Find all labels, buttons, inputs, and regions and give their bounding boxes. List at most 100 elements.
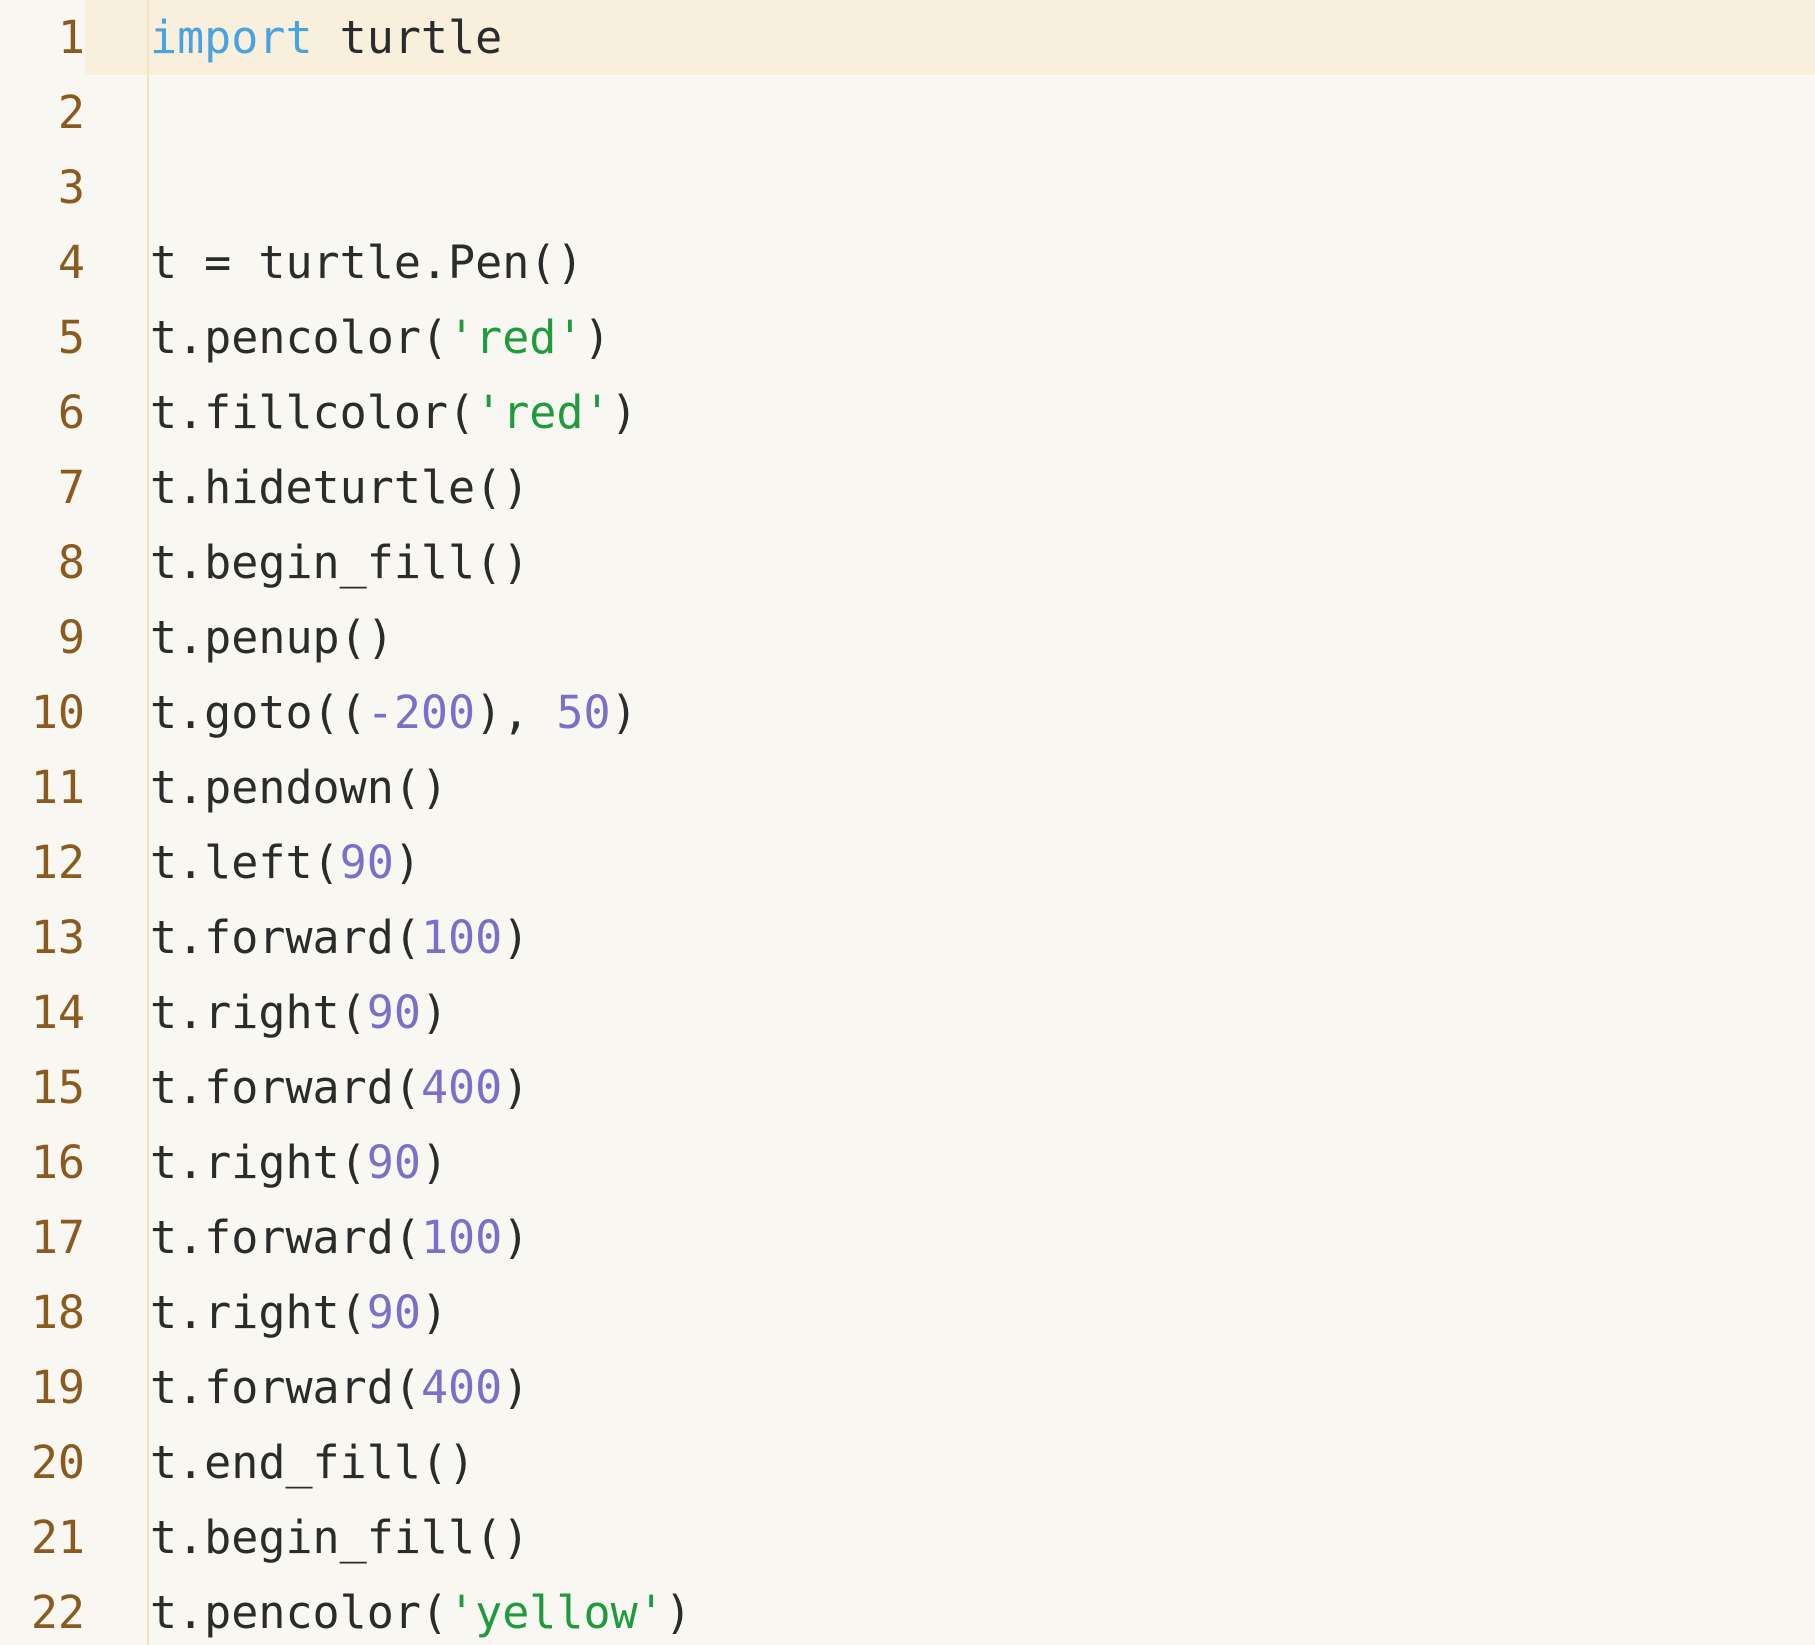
code-token: t.left( <box>150 836 340 889</box>
code-line[interactable]: 17 t.forward(100) <box>0 1200 1815 1275</box>
code-line[interactable]: 22 t.pencolor('yellow') <box>0 1575 1815 1645</box>
code-text[interactable]: t.begin_fill() <box>150 1500 529 1575</box>
line-number: 6 <box>57 386 85 439</box>
code-text[interactable]: t.left(90) <box>150 825 421 900</box>
code-line[interactable]: 18 t.right(90) <box>0 1275 1815 1350</box>
code-token: t.pencolor( <box>150 1586 449 1639</box>
code-text[interactable]: t.fillcolor('red') <box>150 375 638 450</box>
code-token: t.fillcolor( <box>150 386 476 439</box>
code-text[interactable]: t.forward(400) <box>150 1050 529 1125</box>
code-line[interactable]: 1 import turtle <box>0 0 1815 75</box>
line-number: 9 <box>57 611 85 664</box>
number-token: 90 <box>366 986 421 1039</box>
code-token: ) <box>502 1061 530 1114</box>
code-token: ) <box>420 1286 449 1339</box>
line-number: 15 <box>30 1061 85 1114</box>
string-token: 'red' <box>475 386 611 439</box>
code-token: turtle <box>312 11 503 64</box>
code-token: t.goto(( <box>150 686 367 739</box>
code-line[interactable]: 10 t.goto((-200), 50) <box>0 675 1815 750</box>
number-token: 90 <box>339 836 394 889</box>
code-line[interactable]: 14 t.right(90) <box>0 975 1815 1050</box>
code-text[interactable]: t.pencolor('yellow') <box>150 1575 692 1645</box>
code-line[interactable]: 20 t.end_fill() <box>0 1425 1815 1500</box>
code-token: t.pencolor( <box>150 311 449 364</box>
code-line[interactable]: 3 <box>0 150 1815 225</box>
code-token: t.forward( <box>150 1361 421 1414</box>
code-token: ) <box>583 311 611 364</box>
string-token: 'yellow' <box>448 1586 665 1639</box>
code-token: t.pendown() <box>150 761 449 814</box>
code-token: ), <box>475 686 557 739</box>
number-token: -200 <box>366 686 476 739</box>
line-number: 10 <box>30 686 85 739</box>
code-line[interactable]: 9 t.penup() <box>0 600 1815 675</box>
code-token: t.forward( <box>150 911 421 964</box>
line-number: 1 <box>0 0 85 75</box>
line-number: 21 <box>30 1511 85 1564</box>
line-number: 8 <box>57 536 85 589</box>
code-text[interactable]: t.penup() <box>150 600 394 675</box>
code-token: t.hideturtle() <box>150 461 530 514</box>
line-number: 12 <box>30 836 85 889</box>
code-token: ) <box>420 1136 449 1189</box>
code-token: t.right( <box>150 1286 367 1339</box>
number-token: 50 <box>556 686 611 739</box>
number-token: 400 <box>420 1061 503 1114</box>
code-line[interactable]: 15 t.forward(400) <box>0 1050 1815 1125</box>
keyword-token: import <box>150 11 313 64</box>
gutter-divider <box>147 0 149 1645</box>
code-line[interactable]: 19 t.forward(400) <box>0 1350 1815 1425</box>
code-token: ) <box>502 1211 530 1264</box>
line-number: 4 <box>57 236 85 289</box>
code-text[interactable]: t.end_fill() <box>150 1425 475 1500</box>
code-text[interactable]: t.begin_fill() <box>150 525 529 600</box>
code-lines[interactable]: 1 import turtle 2 3 4 t = turtle.Pen() 5 t.penc… <box>0 0 1815 1645</box>
code-text[interactable]: t.forward(100) <box>150 1200 529 1275</box>
code-line[interactable]: 7 t.hideturtle() <box>0 450 1815 525</box>
code-line[interactable]: 21 t.begin_fill() <box>0 1500 1815 1575</box>
code-token: ) <box>502 911 530 964</box>
code-token: t = turtle.Pen() <box>150 236 584 289</box>
line-number: 17 <box>30 1211 85 1264</box>
code-token: ) <box>610 686 638 739</box>
code-token: ) <box>393 836 421 889</box>
code-line[interactable]: 13 t.forward(100) <box>0 900 1815 975</box>
code-line[interactable]: 12 t.left(90) <box>0 825 1815 900</box>
number-token: 90 <box>366 1286 421 1339</box>
code-token: t.penup() <box>150 611 394 664</box>
code-line[interactable]: 2 <box>0 75 1815 150</box>
code-token: t.forward( <box>150 1061 421 1114</box>
code-text[interactable]: t.pencolor('red') <box>150 300 611 375</box>
number-token: 100 <box>420 911 503 964</box>
code-line[interactable]: 11 t.pendown() <box>0 750 1815 825</box>
code-text[interactable]: t.goto((-200), 50) <box>150 675 638 750</box>
code-token: t.end_fill() <box>150 1436 476 1489</box>
code-text[interactable]: t.right(90) <box>150 1125 448 1200</box>
code-text[interactable]: t.pendown() <box>150 750 448 825</box>
code-token: ) <box>420 986 449 1039</box>
code-editor[interactable]: 1 import turtle 2 3 4 t = turtle.Pen() 5 t.penc… <box>0 0 1815 1645</box>
code-text[interactable]: t.right(90) <box>150 1275 448 1350</box>
code-token: ) <box>502 1361 530 1414</box>
code-text[interactable]: t.forward(100) <box>150 900 529 975</box>
code-text[interactable]: t = turtle.Pen() <box>150 225 583 300</box>
code-token: ) <box>664 1586 692 1639</box>
code-line[interactable]: 16 t.right(90) <box>0 1125 1815 1200</box>
line-number: 13 <box>30 911 85 964</box>
code-text[interactable]: t.hideturtle() <box>150 450 529 525</box>
code-text[interactable]: import turtle <box>150 0 502 75</box>
code-line[interactable]: 6 t.fillcolor('red') <box>0 375 1815 450</box>
code-text[interactable]: t.forward(400) <box>150 1350 529 1425</box>
number-token: 400 <box>420 1361 503 1414</box>
code-token: t.begin_fill() <box>150 1511 530 1564</box>
code-text[interactable]: t.right(90) <box>150 975 448 1050</box>
line-number: 11 <box>30 761 85 814</box>
code-token: t.forward( <box>150 1211 421 1264</box>
code-token: ) <box>610 386 638 439</box>
number-token: 90 <box>366 1136 421 1189</box>
code-line[interactable]: 5 t.pencolor('red') <box>0 300 1815 375</box>
number-token: 100 <box>420 1211 503 1264</box>
code-line[interactable]: 4 t = turtle.Pen() <box>0 225 1815 300</box>
code-line[interactable]: 8 t.begin_fill() <box>0 525 1815 600</box>
